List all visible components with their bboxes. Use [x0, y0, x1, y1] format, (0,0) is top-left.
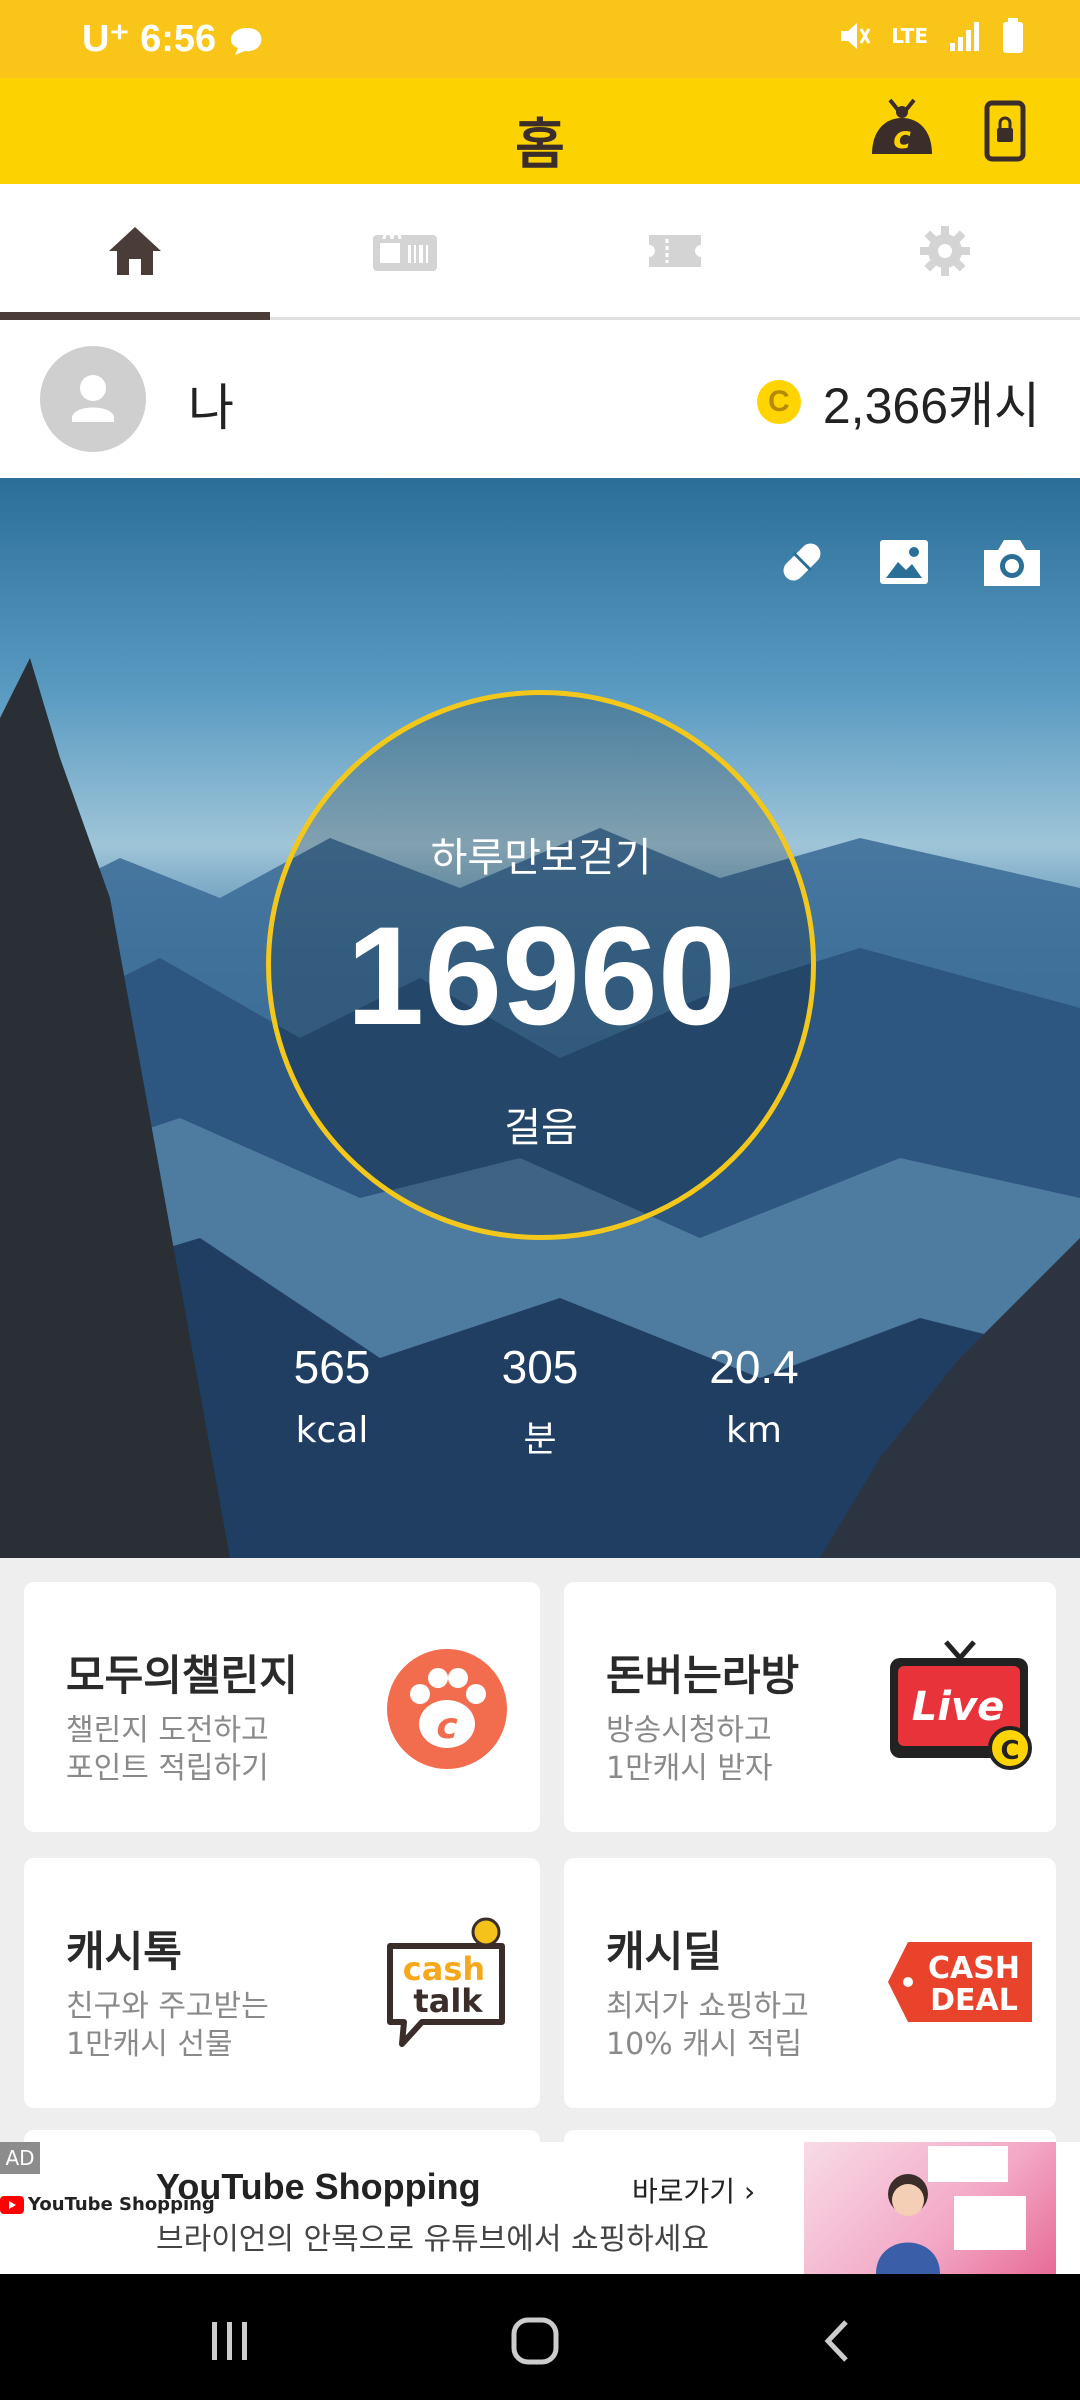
mute-icon — [841, 23, 871, 49]
paw-coin-icon: c — [386, 1648, 508, 1774]
battery-icon — [1003, 18, 1023, 53]
cash-bell-button[interactable]: c — [868, 98, 936, 168]
app-bar: 홈 c — [0, 78, 1080, 184]
tab-coupon[interactable] — [270, 184, 540, 317]
live-tv-icon: Live C — [886, 1638, 1038, 1774]
ad-banner[interactable]: AD YouTube Shopping YouTube Shopping 브라이… — [0, 2142, 1080, 2274]
tab-settings[interactable] — [810, 184, 1080, 317]
gift-card-icon — [373, 231, 437, 271]
ad-headline: YouTube Shopping — [156, 2166, 481, 2207]
step-count: 16960 — [346, 897, 736, 1054]
chat-notification-icon — [230, 27, 262, 55]
tab-bar — [0, 184, 1080, 320]
pedometer-panel: 하루만보걷기 16960 걸음 565 kcal 305 분 20.4 km — [0, 478, 1080, 1558]
status-time: U⁺ 6:56 — [82, 16, 265, 61]
band-aid-button[interactable] — [776, 536, 828, 592]
status-bar: U⁺ 6:56 LTE — [0, 0, 1080, 78]
ticket-icon — [649, 234, 701, 267]
home-icon — [109, 226, 161, 275]
back-button[interactable] — [818, 2318, 858, 2368]
ad-tag: AD — [0, 2142, 40, 2174]
ad-cta-button[interactable]: 바로가기 › — [632, 2170, 755, 2210]
tab-ticket[interactable] — [540, 184, 810, 317]
svg-text:CASH: CASH — [928, 1951, 1020, 1986]
svg-text:DEAL: DEAL — [930, 1983, 1018, 2018]
lock-screen-button[interactable] — [984, 100, 1026, 166]
recent-apps-button[interactable] — [208, 2318, 252, 2366]
stat-distance: 20.4 km — [709, 1341, 799, 1451]
signal-icon — [950, 22, 979, 51]
ad-thumbnail[interactable] — [804, 2142, 1056, 2274]
step-counter-ring[interactable]: 하루만보걷기 16960 걸음 — [266, 690, 816, 1240]
cash-deal-tag-icon: CASH DEAL — [886, 1940, 1034, 2028]
profile-name: 나 — [188, 379, 234, 437]
cash-talk-icon: cash talk — [382, 1910, 512, 2060]
cash-balance[interactable]: C 2,366캐시 — [756, 366, 1040, 438]
card-cashtalk[interactable]: 캐시톡 친구와 주고받는 1만캐시 선물 cash talk — [24, 1858, 540, 2108]
camera-button[interactable] — [980, 536, 1044, 592]
gallery-button[interactable] — [878, 536, 930, 592]
gear-icon — [920, 225, 970, 276]
phone-lock-icon — [984, 100, 1026, 162]
step-unit: 걸음 — [504, 1105, 578, 1151]
pill-icon — [783, 543, 821, 581]
chevron-right-icon: › — [743, 2175, 756, 2208]
stat-minutes: 305 분 — [501, 1341, 579, 1460]
profile-row: 나 C 2,366캐시 — [0, 320, 1080, 478]
svg-text:c: c — [893, 121, 911, 156]
svg-text:c: c — [436, 1706, 457, 1747]
ad-description: 브라이언의 안목으로 유튜브에서 쇼핑하세요 — [156, 2222, 710, 2257]
stat-calories: 565 kcal — [293, 1341, 371, 1451]
recent-apps-icon — [212, 2322, 247, 2360]
back-chevron-icon — [824, 2320, 848, 2362]
svg-text:C: C — [1000, 1736, 1019, 1766]
avatar[interactable] — [40, 346, 146, 452]
person-icon — [72, 375, 114, 422]
card-live[interactable]: 돈버는라방 방송시청하고 1만캐시 받자 Live C — [564, 1582, 1056, 1832]
svg-text:talk: talk — [413, 1982, 483, 2020]
youtube-logo-icon — [0, 2195, 24, 2214]
status-indicators: LTE — [837, 18, 1024, 54]
navigation-bar — [0, 2274, 1080, 2400]
camera-icon — [984, 540, 1040, 586]
image-icon — [880, 540, 928, 584]
cash-coin-icon: C — [756, 380, 801, 424]
network-type: LTE — [891, 24, 928, 48]
home-circle-icon — [511, 2317, 559, 2365]
cash-bell-icon: c — [872, 98, 932, 156]
pedometer-label: 하루만보걷기 — [430, 835, 652, 881]
card-challenge[interactable]: 모두의챌린지 챌린지 도전하고 포인트 적립하기 c — [24, 1582, 540, 1832]
card-cashdeal[interactable]: 캐시딜 최저가 쇼핑하고 10% 캐시 적립 CASH DEAL — [564, 1858, 1056, 2108]
svg-text:Live: Live — [912, 1684, 1004, 1730]
hero-actions — [776, 536, 1044, 592]
home-nav-button[interactable] — [510, 2316, 560, 2370]
cash-amount: 2,366캐시 — [822, 378, 1040, 434]
tab-home[interactable] — [0, 184, 270, 320]
